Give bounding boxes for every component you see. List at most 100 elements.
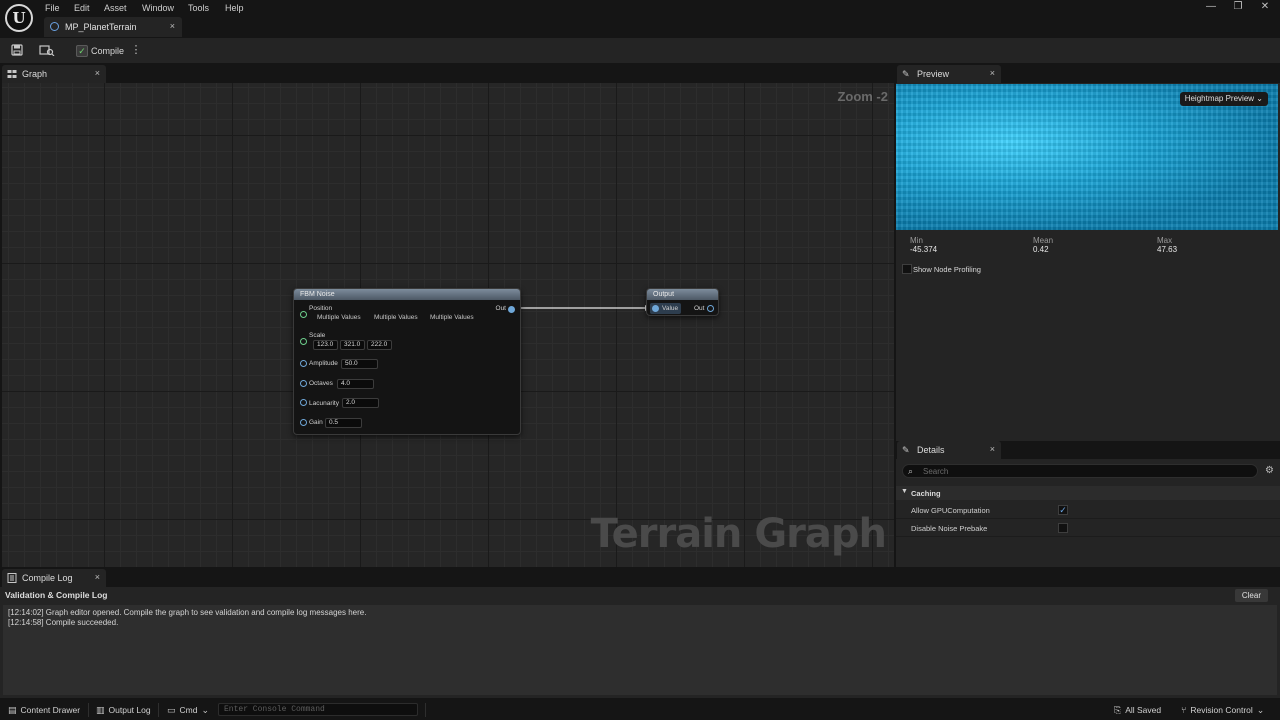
position-y-value[interactable]: Multiple Values (374, 314, 418, 321)
log-line: [12:14:02] Graph editor opened. Compile … (8, 608, 367, 617)
tab-graph-label: Graph (22, 69, 48, 79)
menu-tools[interactable]: Tools (188, 3, 209, 13)
compile-success-icon: ✓ (76, 44, 88, 57)
stat-min-value: -45.374 (910, 245, 938, 254)
lacunarity-field[interactable]: 2.0 (342, 398, 379, 408)
all-saved-indicator[interactable]: ⎘ All Saved (1114, 700, 1161, 720)
menu-edit[interactable]: Edit (74, 3, 90, 13)
gear-icon[interactable]: ⚙ (1265, 465, 1274, 476)
stat-min-label: Min (910, 236, 923, 245)
prop-label: Disable Noise Prebake (911, 524, 988, 533)
asset-tab-label: MP_PlanetTerrain (65, 22, 137, 32)
position-z-value[interactable]: Multiple Values (430, 314, 474, 321)
maximize-icon[interactable]: ❐ (1231, 1, 1245, 12)
scale-label: Scale (309, 332, 326, 339)
tab-graph[interactable]: Graph × (2, 65, 106, 83)
close-icon[interactable]: × (170, 21, 175, 31)
save-icon[interactable] (11, 44, 23, 56)
log-tabbar: Compile Log × (0, 569, 1280, 587)
position-x-value[interactable]: Multiple Values (317, 314, 361, 321)
caching-section-header[interactable]: ▼ Caching (896, 486, 1280, 500)
console-command-input[interactable] (218, 703, 418, 716)
material-icon (50, 22, 59, 31)
show-profiling-checkbox[interactable] (902, 264, 912, 274)
value-pin[interactable] (652, 305, 659, 312)
revision-control-button[interactable]: ⑂ Revision Control ⌄ (1181, 700, 1264, 720)
close-icon[interactable]: × (990, 444, 995, 454)
log-body[interactable]: [12:14:02] Graph editor opened. Compile … (3, 605, 1277, 695)
pencil-icon: ✎ (902, 69, 910, 79)
tab-details[interactable]: ✎ Details × (897, 441, 1001, 459)
save-status-icon: ⎘ (1114, 704, 1122, 715)
amplitude-label: Amplitude (309, 360, 338, 367)
menu-file[interactable]: File (45, 3, 60, 13)
position-label: Position (309, 305, 333, 312)
gain-pin[interactable] (300, 419, 307, 426)
preview-panel: Heightmap Preview ⌄ Min -45.374 Mean 0.4… (896, 83, 1280, 441)
out-pin[interactable] (707, 305, 714, 312)
browse-icon[interactable] (39, 44, 55, 57)
log-line: [12:14:58] Compile succeeded. (8, 618, 119, 627)
scale-x-field[interactable]: 123.0 (313, 340, 338, 350)
amplitude-field[interactable]: 50.0 (341, 359, 378, 369)
branch-icon: ⑂ (1181, 705, 1187, 715)
toolbar: ✓ Compile ⋮ (0, 38, 1280, 63)
tab-preview[interactable]: ✎ Preview × (897, 65, 1001, 83)
revision-control-label: Revision Control (1190, 705, 1253, 715)
lacunarity-label: Lacunarity (309, 400, 339, 407)
amplitude-pin[interactable] (300, 360, 307, 367)
heightmap-preview-image[interactable]: Heightmap Preview ⌄ (896, 84, 1278, 230)
disable-prebake-checkbox[interactable] (1058, 523, 1068, 533)
scale-z-field[interactable]: 222.0 (367, 340, 392, 350)
graph-tabbar: Graph × (0, 65, 894, 83)
graph-icon (7, 69, 17, 79)
preview-tabbar: ✎ Preview × (896, 65, 1280, 83)
lacunarity-pin[interactable] (300, 399, 307, 406)
menu-asset[interactable]: Asset (104, 3, 127, 13)
fbm-noise-node[interactable]: FBM Noise Out Position Multiple Values M… (293, 288, 521, 435)
compile-button[interactable]: ✓ Compile (76, 42, 124, 59)
octaves-field[interactable]: 4.0 (337, 379, 374, 389)
menu-help[interactable]: Help (225, 3, 244, 13)
out-pin[interactable] (508, 306, 515, 313)
allow-gpu-checkbox[interactable]: ✓ (1058, 505, 1068, 515)
stat-mean-label: Mean (1033, 236, 1054, 245)
menu-window[interactable]: Window (142, 3, 174, 13)
graph-canvas[interactable]: Zoom -2 Terrain Graph FBM Noise Out Posi… (2, 83, 894, 567)
octaves-pin[interactable] (300, 380, 307, 387)
content-drawer-button[interactable]: ▤ Content Drawer (8, 700, 80, 720)
asset-tab[interactable]: MP_PlanetTerrain × (44, 17, 182, 37)
stat-max-label: Max (1157, 236, 1173, 245)
window-close-icon[interactable]: ✕ (1258, 1, 1272, 12)
drawer-icon: ▤ (8, 704, 17, 715)
search-icon: ⌕ (908, 466, 914, 476)
unreal-logo[interactable]: U (5, 4, 33, 32)
separator (425, 703, 426, 717)
clear-button[interactable]: Clear (1234, 589, 1268, 602)
gain-field[interactable]: 0.5 (325, 418, 362, 428)
tab-details-label: Details (917, 445, 945, 455)
close-icon[interactable]: × (95, 68, 100, 78)
tab-compile-log-label: Compile Log (22, 573, 73, 583)
all-saved-label: All Saved (1125, 705, 1162, 715)
node-title: Output (647, 289, 718, 300)
details-search-input[interactable] (923, 466, 1243, 477)
cmd-dropdown[interactable]: ▭ Cmd ⌄ (167, 700, 209, 720)
pencil-icon: ✎ (902, 445, 910, 455)
details-search-box[interactable]: ⌕ (902, 464, 1258, 478)
scale-pin[interactable] (300, 338, 307, 345)
heightmap-mode-dropdown[interactable]: Heightmap Preview ⌄ (1179, 92, 1268, 106)
cmd-label: Cmd (179, 705, 198, 715)
more-options-icon[interactable]: ⋮ (130, 44, 142, 56)
prop-row-disable-prebake: Disable Noise Prebake (896, 520, 1280, 537)
minimize-icon[interactable]: — (1204, 1, 1218, 12)
value-pin-label: Value (662, 305, 679, 312)
close-icon[interactable]: × (990, 68, 995, 78)
output-node[interactable]: Output Value Out (646, 288, 719, 316)
scale-y-field[interactable]: 321.0 (340, 340, 365, 350)
terminal-icon: ▭ (167, 704, 176, 715)
close-icon[interactable]: × (95, 572, 100, 582)
output-log-button[interactable]: ▥ Output Log (96, 700, 151, 720)
position-pin[interactable] (300, 311, 307, 318)
tab-compile-log[interactable]: Compile Log × (2, 569, 106, 587)
